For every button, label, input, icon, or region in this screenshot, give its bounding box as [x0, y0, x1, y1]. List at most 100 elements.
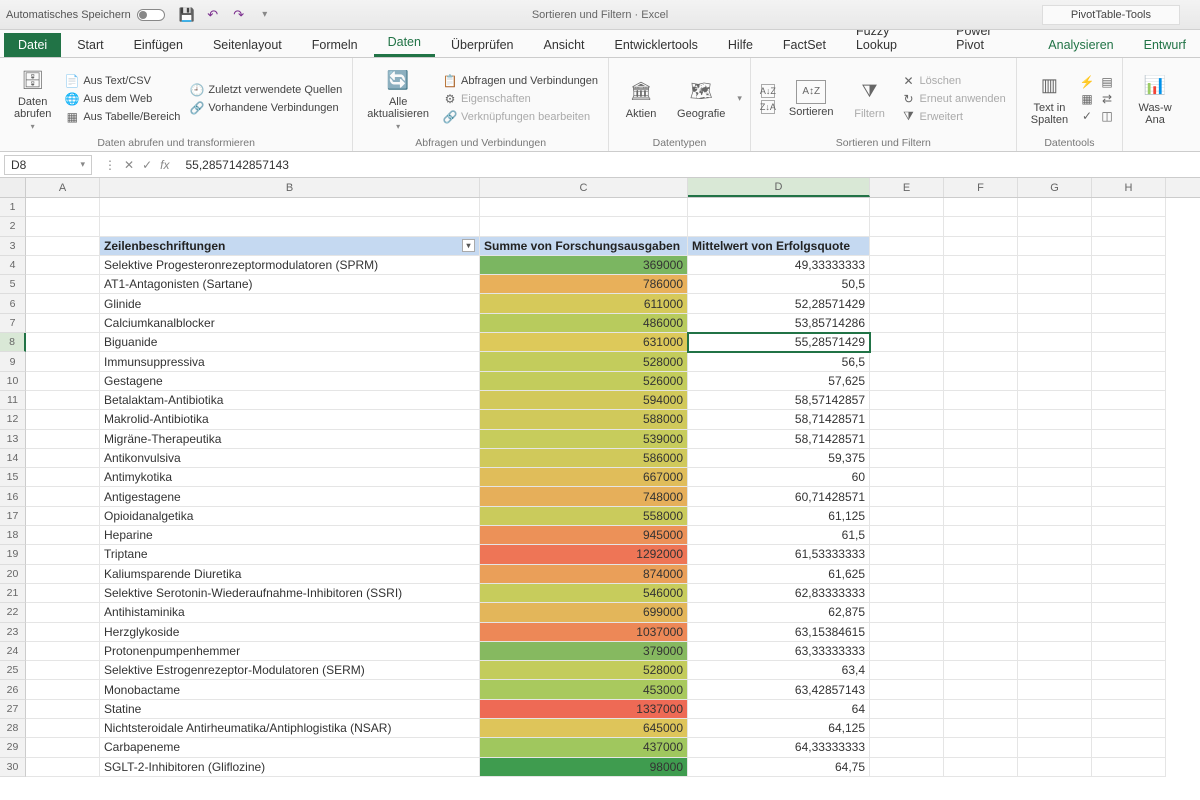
row-header[interactable]: 27 [0, 700, 26, 719]
cell[interactable] [1018, 391, 1092, 410]
row-header[interactable]: 11 [0, 391, 26, 410]
pivot-value-avg[interactable]: 53,85714286 [688, 314, 870, 333]
pivot-value-sum[interactable]: 611000 [480, 294, 688, 313]
cell[interactable] [26, 449, 100, 468]
pivot-value-avg[interactable]: 55,28571429 [688, 333, 870, 352]
cell[interactable] [944, 680, 1018, 699]
cell[interactable] [870, 642, 944, 661]
queries-connections-button[interactable]: 📋Abfragen und Verbindungen [441, 73, 600, 89]
row-header[interactable]: 29 [0, 738, 26, 757]
cell[interactable] [870, 198, 944, 217]
cell[interactable] [870, 352, 944, 371]
cell[interactable] [26, 333, 100, 352]
pivot-row-label[interactable]: Antimykotika [100, 468, 480, 487]
cell[interactable] [1092, 352, 1166, 371]
cell[interactable] [26, 642, 100, 661]
sort-desc-button[interactable]: Z↓A [759, 99, 777, 115]
cell[interactable] [944, 217, 1018, 236]
pivot-value-avg[interactable]: 52,28571429 [688, 294, 870, 313]
pivot-row-label[interactable]: Antihistaminika [100, 603, 480, 622]
cell[interactable] [870, 487, 944, 506]
cell[interactable] [1092, 217, 1166, 236]
cell[interactable] [1018, 661, 1092, 680]
cell[interactable] [26, 294, 100, 313]
tab-factset[interactable]: FactSet [769, 33, 840, 57]
pivot-value-avg[interactable]: 59,375 [688, 449, 870, 468]
pivot-row-label[interactable]: Triptane [100, 545, 480, 564]
column-header-B[interactable]: B [100, 178, 480, 197]
row-header[interactable]: 9 [0, 352, 26, 371]
cell[interactable] [1092, 468, 1166, 487]
cell[interactable] [870, 700, 944, 719]
refresh-all-button[interactable]: 🔄 Alle aktualisieren ▾ [361, 62, 435, 135]
cell[interactable] [26, 275, 100, 294]
row-header[interactable]: 21 [0, 584, 26, 603]
consolidate-icon[interactable]: ▤ [1100, 75, 1114, 89]
tab-start[interactable]: Start [63, 33, 117, 57]
cell[interactable] [26, 217, 100, 236]
pivot-row-label[interactable]: Opioidanalgetika [100, 507, 480, 526]
cell[interactable] [944, 372, 1018, 391]
pivot-value-sum[interactable]: 437000 [480, 738, 688, 757]
row-header[interactable]: 17 [0, 507, 26, 526]
cell[interactable] [944, 294, 1018, 313]
pivot-value-avg[interactable]: 63,15384615 [688, 623, 870, 642]
pivot-value-sum[interactable]: 98000 [480, 758, 688, 777]
cell[interactable] [1092, 487, 1166, 506]
edit-links-button[interactable]: 🔗Verknüpfungen bearbeiten [441, 109, 600, 125]
from-table-range-button[interactable]: ▦Aus Tabelle/Bereich [63, 109, 182, 125]
pivot-row-label[interactable]: AT1-Antagonisten (Sartane) [100, 275, 480, 294]
pivot-row-labels-header[interactable]: Zeilenbeschriftungen [100, 237, 480, 256]
cell[interactable] [1018, 507, 1092, 526]
cell[interactable] [1018, 198, 1092, 217]
pivot-value-sum[interactable]: 528000 [480, 352, 688, 371]
pivot-value-avg[interactable]: 64 [688, 700, 870, 719]
fx-icon[interactable]: fx [160, 158, 169, 172]
clear-filter-button[interactable]: ✕Löschen [900, 73, 1008, 89]
pivot-row-label[interactable]: Gestagene [100, 372, 480, 391]
sort-asc-button[interactable]: A↓Z [759, 83, 777, 99]
cell[interactable] [1092, 314, 1166, 333]
pivot-value-sum[interactable]: 379000 [480, 642, 688, 661]
pivot-value-avg[interactable]: 61,625 [688, 565, 870, 584]
cell[interactable] [870, 391, 944, 410]
pivot-row-label[interactable]: Carbapeneme [100, 738, 480, 757]
cell[interactable] [1018, 758, 1092, 777]
pivot-values-header[interactable]: Mittelwert von Erfolgsquote [688, 237, 870, 256]
cell[interactable] [944, 430, 1018, 449]
relationships-icon[interactable]: ⇄ [1100, 92, 1114, 106]
row-header[interactable]: 10 [0, 372, 26, 391]
column-header-F[interactable]: F [944, 178, 1018, 197]
pivot-row-label[interactable]: Immunsuppressiva [100, 352, 480, 371]
tab-formeln[interactable]: Formeln [298, 33, 372, 57]
row-header[interactable]: 15 [0, 468, 26, 487]
cell[interactable] [1018, 719, 1092, 738]
pivot-row-label[interactable]: Biguanide [100, 333, 480, 352]
cell[interactable] [688, 217, 870, 236]
cell[interactable] [870, 758, 944, 777]
cell[interactable] [26, 545, 100, 564]
cell[interactable] [1018, 352, 1092, 371]
pivot-value-sum[interactable]: 667000 [480, 468, 688, 487]
cell[interactable] [1092, 680, 1166, 699]
cell[interactable] [100, 217, 480, 236]
row-header[interactable]: 5 [0, 275, 26, 294]
cell[interactable] [1092, 738, 1166, 757]
pivot-value-avg[interactable]: 58,57142857 [688, 391, 870, 410]
cell[interactable] [944, 545, 1018, 564]
cell[interactable] [870, 410, 944, 429]
cell[interactable] [870, 430, 944, 449]
cell[interactable] [26, 738, 100, 757]
cell[interactable] [870, 333, 944, 352]
cell[interactable] [26, 680, 100, 699]
cell[interactable] [870, 507, 944, 526]
from-text-csv-button[interactable]: 📄Aus Text/CSV [63, 73, 182, 89]
pivot-value-sum[interactable]: 528000 [480, 661, 688, 680]
row-header[interactable]: 1 [0, 198, 26, 217]
pivot-value-sum[interactable]: 588000 [480, 410, 688, 429]
pivot-value-avg[interactable]: 64,33333333 [688, 738, 870, 757]
cell[interactable] [1092, 661, 1166, 680]
pivot-value-avg[interactable]: 63,4 [688, 661, 870, 680]
cell[interactable] [26, 719, 100, 738]
cell[interactable] [870, 237, 944, 256]
